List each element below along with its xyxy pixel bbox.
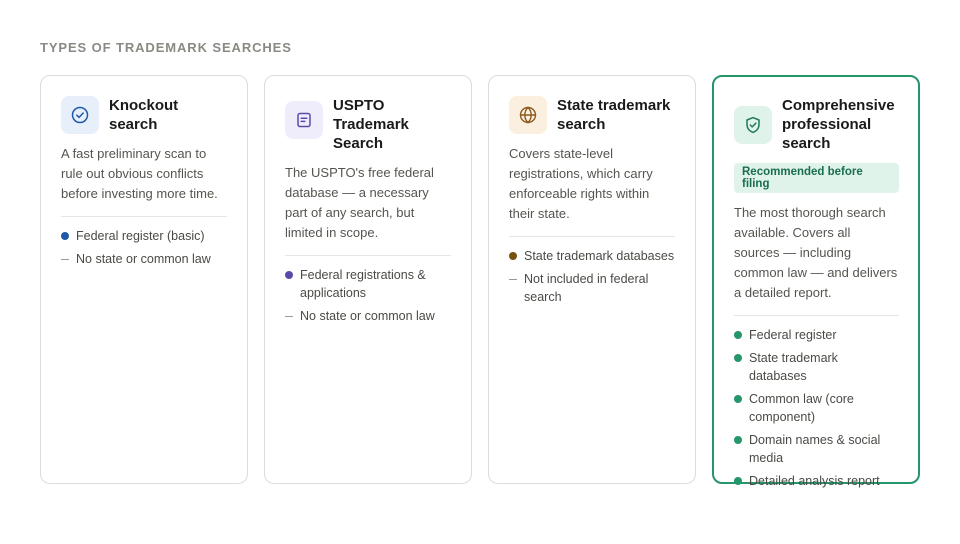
feature-text: Domain names & social media (749, 433, 881, 465)
card-description: Covers state-level registrations, which … (509, 146, 653, 221)
feature-item: No state or common law (285, 307, 451, 325)
card-header: Knockout search (61, 96, 227, 134)
feature-text: Federal registrations & applications (300, 268, 426, 300)
card-description: A fast preliminary scan to rule out obvi… (61, 146, 218, 201)
feature-text: Not included in federal search (524, 272, 649, 304)
search-type-cards: Knockout search A fast preliminary scan … (40, 75, 920, 488)
bullet-dot-icon (285, 266, 300, 284)
bullet-dot-icon (734, 349, 749, 367)
divider (734, 315, 899, 316)
feature-text: State trademark databases (749, 351, 838, 383)
card-uspto-trademark-search: USPTO Trademark Search The USPTO's free … (264, 75, 472, 484)
check-circle-icon (61, 96, 99, 134)
feature-text: No state or common law (76, 252, 211, 266)
card-description: The most thorough search available. Cove… (734, 205, 898, 300)
bullet-dot-icon (509, 247, 524, 265)
feature-item: No state or common law (61, 250, 227, 268)
card-knockout-search: Knockout search A fast preliminary scan … (40, 75, 248, 484)
feature-list: Federal registrations & applications No … (285, 266, 451, 325)
feature-item: Detailed analysis report (734, 472, 899, 490)
feature-item: Federal register (734, 326, 899, 344)
feature-text: Federal register (749, 328, 837, 342)
feature-item: Not included in federal search (509, 270, 675, 306)
globe-icon (509, 96, 547, 134)
feature-item: State trademark databases (734, 349, 899, 385)
feature-text: Detailed analysis report (749, 474, 880, 488)
card-header: State trademark search (509, 96, 675, 134)
feature-text: State trademark databases (524, 249, 675, 263)
feature-text: Federal register (basic) (76, 229, 205, 243)
divider (61, 216, 227, 217)
card-header: Comprehensive professional search (734, 96, 899, 153)
feature-item: Common law (core component) (734, 390, 899, 426)
card-title: Knockout search (109, 97, 179, 133)
feature-text: Common law (core component) (749, 392, 854, 424)
feature-list: State trademark databases Not included i… (509, 247, 675, 306)
card-title: State trademark search (557, 97, 671, 133)
feature-item: Federal registrations & applications (285, 266, 451, 302)
feature-item: State trademark databases (509, 247, 675, 265)
feature-list: Federal register (basic) No state or com… (61, 227, 227, 268)
bullet-dot-icon (734, 326, 749, 344)
section-title: TYPES OF TRADEMARK SEARCHES (40, 40, 292, 55)
divider (285, 255, 451, 256)
document-icon (285, 101, 323, 139)
recommended-badge: Recommended before filing (734, 163, 899, 193)
card-header: USPTO Trademark Search (285, 96, 451, 153)
shield-check-icon (734, 106, 772, 144)
feature-item: Domain names & social media (734, 431, 899, 467)
feature-list: Federal register State trademark databas… (734, 326, 899, 490)
bullet-dot-icon (734, 472, 749, 490)
dash-icon (61, 250, 76, 268)
bullet-dot-icon (61, 227, 76, 245)
feature-item: Federal register (basic) (61, 227, 227, 245)
card-state-trademark-search: State trademark search Covers state-leve… (488, 75, 696, 484)
bullet-dot-icon (734, 390, 749, 408)
card-title: Comprehensive professional search (782, 97, 895, 152)
dash-icon (285, 307, 300, 325)
card-comprehensive-professional-search: Comprehensive professional search Recomm… (712, 75, 920, 488)
feature-text: No state or common law (300, 309, 435, 323)
bullet-dot-icon (734, 431, 749, 449)
card-description: The USPTO's free federal database — a ne… (285, 165, 434, 240)
card-title: USPTO Trademark Search (333, 97, 409, 152)
dash-icon (509, 270, 524, 288)
divider (509, 236, 675, 237)
